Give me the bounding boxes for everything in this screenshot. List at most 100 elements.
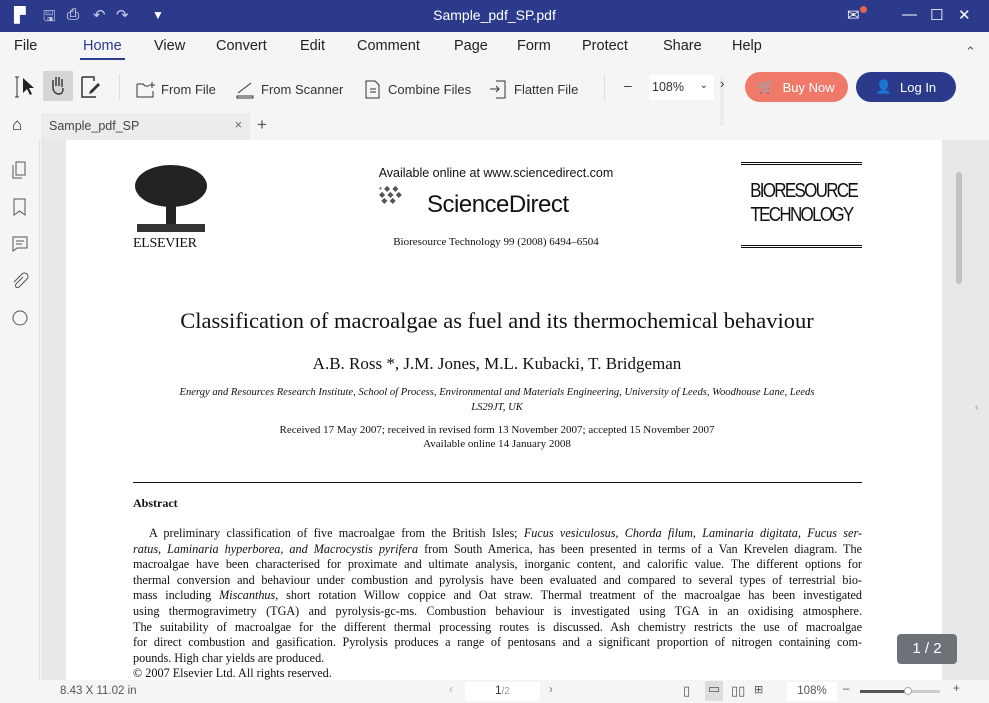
page-number-input[interactable]: 1/2 bbox=[465, 682, 540, 701]
authors: A.B. Ross *, J.M. Jones, M.L. Kubacki, T… bbox=[312, 354, 682, 373]
abstract-text-segment: © 2007 Elsevier Ltd. All rights reserved… bbox=[133, 666, 332, 680]
abstract-line: A preliminary classification of five mac… bbox=[149, 526, 862, 541]
elsevier-tree-logo bbox=[135, 165, 207, 232]
buy-now-label: Buy Now bbox=[782, 79, 835, 95]
scanner-icon bbox=[236, 82, 254, 99]
zoom-out-button[interactable]: – bbox=[624, 77, 632, 93]
thumbnail-view-icon[interactable]: ⊞ bbox=[754, 683, 763, 696]
menu-help[interactable]: Help bbox=[732, 38, 762, 54]
abstract-text-segment: thermal conversion and behaviour under c… bbox=[133, 572, 862, 587]
window-title: Sample_pdf_SP.pdf bbox=[433, 7, 556, 23]
abstract-line: mass including Miscanthus, short rotatio… bbox=[133, 588, 862, 603]
continuous-view-icon[interactable]: ▭ bbox=[705, 681, 723, 701]
pages-icon[interactable] bbox=[11, 161, 29, 179]
new-tab-icon[interactable]: + bbox=[257, 115, 267, 135]
notification-icon[interactable]: ✉ bbox=[847, 6, 860, 24]
previous-page-button[interactable]: ‹ bbox=[449, 684, 453, 696]
available-date: Available online 14 January 2008 bbox=[423, 438, 571, 450]
menu-file[interactable]: File bbox=[14, 38, 37, 54]
status-zoom-in-button[interactable]: + bbox=[953, 683, 960, 695]
combine-files-label: Combine Files bbox=[388, 81, 472, 97]
from-scanner-label: From Scanner bbox=[261, 81, 344, 97]
received-dates: Received 17 May 2007; received in revise… bbox=[279, 424, 715, 436]
single-page-view-icon[interactable]: ▯ bbox=[683, 683, 690, 699]
menu-page[interactable]: Page bbox=[454, 38, 488, 54]
abstract-text-segment: , short rotation Willow coppice and Oat … bbox=[275, 588, 862, 603]
left-sidebar: › bbox=[0, 140, 48, 680]
divider bbox=[604, 74, 605, 100]
two-page-view-icon[interactable]: ▯▯ bbox=[731, 683, 745, 699]
maximize-icon[interactable]: ☐ bbox=[930, 6, 943, 24]
menu-view[interactable]: View bbox=[154, 38, 185, 54]
abstract-text-segment: using thermogravimetry (TGA) and pyrolys… bbox=[133, 604, 862, 618]
user-icon: 👤 bbox=[875, 79, 893, 94]
buy-now-button[interactable]: 🛒 Buy Now bbox=[745, 72, 848, 102]
journal-logo: BIORESOURCE TECHNOLOGY bbox=[741, 162, 862, 248]
hand-tool-button[interactable] bbox=[43, 71, 73, 101]
affiliation-line-2: LS29JT, UK bbox=[471, 402, 523, 413]
search-icon[interactable] bbox=[11, 309, 29, 327]
status-bar: 8.43 X 11.02 in ‹ 1/2 › ▯ ▭ ▯▯ ⊞ 108% – … bbox=[0, 680, 989, 703]
abstract-heading: Abstract bbox=[133, 496, 178, 510]
next-page-button[interactable]: › bbox=[549, 684, 553, 696]
menu-edit[interactable]: Edit bbox=[300, 38, 325, 54]
abstract-line: thermal conversion and behaviour under c… bbox=[133, 573, 862, 588]
zoom-slider[interactable] bbox=[860, 687, 940, 695]
toolbar: From File From Scanner Combine Files Fla… bbox=[0, 44, 989, 126]
from-file-button[interactable]: From File bbox=[135, 79, 216, 99]
expand-right-panel-icon[interactable]: ‹ bbox=[975, 402, 978, 413]
menu-share[interactable]: Share bbox=[663, 38, 702, 54]
menu-protect[interactable]: Protect bbox=[582, 38, 628, 54]
abstract-text-segment: macroalgae have been characterised for p… bbox=[133, 557, 862, 572]
tab-sample-pdf-sp[interactable]: Sample_pdf_SP × bbox=[41, 113, 250, 140]
zoom-slider-handle[interactable] bbox=[904, 687, 912, 695]
copyright-line: © 2007 Elsevier Ltd. All rights reserved… bbox=[133, 666, 862, 680]
close-tab-icon[interactable]: × bbox=[235, 118, 242, 132]
folder-plus-icon bbox=[136, 82, 155, 98]
menu-bar: File Home View Convert Edit Comment Page Form Pr… bbox=[0, 32, 989, 62]
status-zoom-out-button[interactable]: – bbox=[843, 683, 849, 695]
abstract-line: pounds. High char yields are produced. bbox=[133, 651, 862, 666]
combine-files-button[interactable]: Combine Files bbox=[362, 79, 471, 99]
abstract-text-segment: The suitability of macroalgae for the di… bbox=[133, 619, 862, 634]
select-tool-icon[interactable] bbox=[14, 75, 38, 99]
menu-comment[interactable]: Comment bbox=[357, 38, 420, 54]
abstract-text-segment: Fucus vesiculosus, Chorda filum, Laminar… bbox=[523, 526, 863, 540]
home-icon[interactable]: ⌂ bbox=[12, 115, 22, 135]
minimize-icon[interactable]: — bbox=[902, 6, 917, 23]
edit-tool-icon[interactable] bbox=[79, 75, 103, 99]
flatten-file-icon bbox=[490, 80, 506, 99]
divider bbox=[119, 74, 120, 100]
bookmark-icon[interactable] bbox=[11, 198, 29, 216]
log-in-button[interactable]: 👤 Log In bbox=[856, 72, 956, 102]
paper-title: Classification of macroalgae as fuel and… bbox=[180, 308, 814, 333]
status-zoom-input[interactable]: 108% bbox=[787, 682, 837, 701]
affiliation-line-1: Energy and Resources Research Institute,… bbox=[179, 387, 815, 398]
attachment-icon[interactable] bbox=[11, 272, 29, 290]
zoom-select[interactable]: 108% ⌄ bbox=[649, 75, 714, 100]
flatten-file-label: Flatten File bbox=[514, 81, 579, 97]
zoom-slider-fill bbox=[860, 690, 908, 693]
sciencedirect-dots-logo: • ◆ ◆ ◆ ◆ ◆ ◆ ◆ bbox=[379, 184, 402, 205]
abstract-text-segment: from South America, has been presented i… bbox=[418, 541, 862, 556]
flatten-file-button[interactable]: Flatten File bbox=[488, 79, 578, 99]
abstract-text-segment: pounds. High char yields are produced. bbox=[133, 650, 325, 665]
menu-form[interactable]: Form bbox=[517, 38, 551, 54]
abstract-text-segment: ratus, Laminaria hyperborea, and Macrocy… bbox=[133, 541, 419, 556]
menu-convert[interactable]: Convert bbox=[216, 38, 267, 54]
from-file-label: From File bbox=[161, 81, 216, 97]
document-viewer[interactable]: ELSEVIER Available online at www.science… bbox=[41, 140, 989, 680]
close-window-icon[interactable]: ✕ bbox=[958, 6, 971, 24]
menu-home[interactable]: Home bbox=[80, 38, 125, 60]
total-pages: /2 bbox=[501, 686, 510, 697]
journal-logo-text: BIORESOURCE TECHNOLOGY bbox=[750, 180, 859, 226]
title-bar: ▛ 🖫 ⎙ ↶ ↷ ▼ Sample_pdf_SP.pdf ✉ — ☐ ✕ bbox=[0, 0, 989, 32]
status-zoom-value: 108% bbox=[797, 685, 827, 697]
comment-icon[interactable] bbox=[11, 235, 29, 253]
collapse-ribbon-icon[interactable]: ⌃ bbox=[965, 44, 976, 60]
divider-rule bbox=[133, 482, 862, 483]
vertical-scrollbar[interactable] bbox=[956, 172, 962, 284]
from-scanner-button[interactable]: From Scanner bbox=[235, 79, 343, 99]
notification-dot bbox=[860, 6, 867, 13]
page-size: 8.43 X 11.02 in bbox=[60, 685, 137, 697]
